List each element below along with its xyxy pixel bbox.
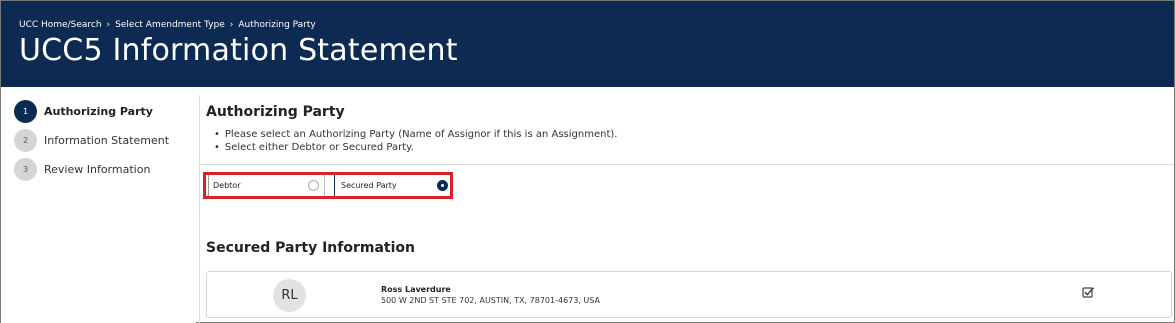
debtor-radio-option[interactable]: Debtor xyxy=(208,175,324,196)
instruction-item: Select either Debtor or Secured Party. xyxy=(214,141,617,154)
avatar: RL xyxy=(273,279,306,312)
sidebar-divider xyxy=(199,95,200,323)
party-address: 500 W 2ND ST STE 702, AUSTIN, TX, 78701-… xyxy=(381,296,600,305)
radio-divider xyxy=(324,175,325,196)
page-title: UCC5 Information Statement xyxy=(19,33,458,68)
instruction-item: Please select an Authorizing Party (Name… xyxy=(214,128,618,141)
debtor-radio-button[interactable] xyxy=(308,180,319,191)
breadcrumb-separator: › xyxy=(229,20,234,30)
instructions-list: Please select an Authorizing Party (Name… xyxy=(214,128,618,154)
secured-party-info-title: Secured Party Information xyxy=(206,240,415,256)
checked-checkbox-icon[interactable] xyxy=(1082,286,1095,299)
secured-party-card[interactable]: RL Ross Laverdure 500 W 2ND ST STE 702, … xyxy=(206,271,1172,318)
step-review-information[interactable]: 3 Review Information xyxy=(14,157,150,181)
step-number: 2 xyxy=(14,128,37,152)
secured-party-radio-label: Secured Party xyxy=(341,181,397,190)
breadcrumb-item-amendment-type[interactable]: Select Amendment Type xyxy=(115,20,225,30)
step-number: 3 xyxy=(14,157,37,181)
secured-party-radio-option[interactable]: Secured Party xyxy=(334,175,450,196)
debtor-radio-label: Debtor xyxy=(213,181,241,190)
secured-party-radio-button[interactable] xyxy=(437,180,448,191)
section-divider xyxy=(200,164,1174,165)
step-label: Authorizing Party xyxy=(44,104,153,118)
step-sidebar: 1 Authorizing Party 2 Information Statem… xyxy=(1,87,196,323)
party-name: Ross Laverdure xyxy=(381,285,451,294)
breadcrumb: UCC Home/Search › Select Amendment Type … xyxy=(19,20,316,30)
step-label: Review Information xyxy=(44,162,151,176)
step-number: 1 xyxy=(14,99,37,123)
step-authorizing-party[interactable]: 1 Authorizing Party xyxy=(14,99,153,123)
step-information-statement[interactable]: 2 Information Statement xyxy=(14,128,169,152)
authorizing-party-title: Authorizing Party xyxy=(206,104,345,120)
breadcrumb-item-home[interactable]: UCC Home/Search xyxy=(19,20,102,30)
page-header: UCC Home/Search › Select Amendment Type … xyxy=(1,1,1174,87)
breadcrumb-item-authorizing-party: Authorizing Party xyxy=(238,20,316,30)
step-label: Information Statement xyxy=(44,133,170,147)
breadcrumb-separator: › xyxy=(106,20,111,30)
